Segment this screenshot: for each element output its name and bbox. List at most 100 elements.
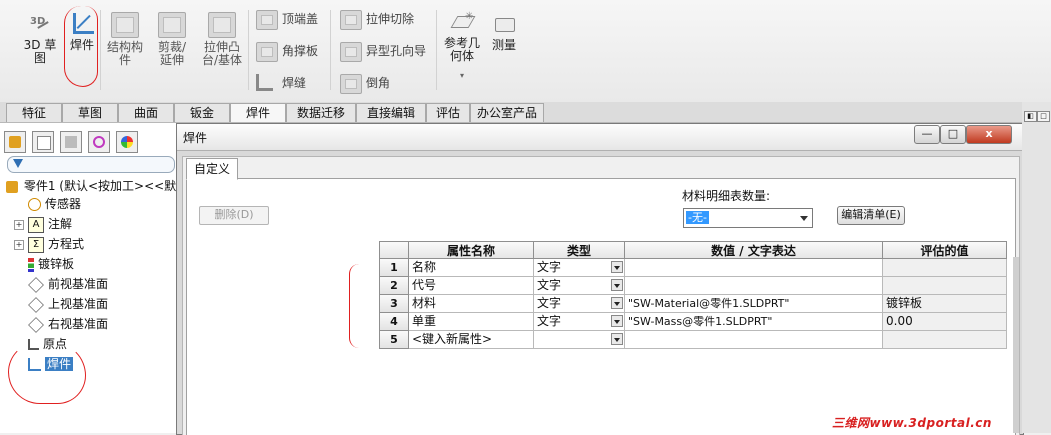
end-cap-button[interactable]: 顶端盖 (256, 8, 318, 30)
expression-cell[interactable]: "SW-Material@零件1.SLDPRT" (625, 295, 883, 313)
tab-evaluate[interactable]: 评估 (426, 103, 470, 122)
tree-filter[interactable] (7, 156, 175, 173)
end-cap-icon (256, 10, 278, 30)
bom-quantity-select[interactable]: -无- (683, 208, 813, 228)
equation-icon: Σ (28, 236, 44, 253)
column-header-property-name[interactable]: 属性名称 (408, 241, 534, 259)
maximize-button[interactable]: □ (940, 125, 966, 144)
tree-item-top-plane[interactable]: 上视基准面 (14, 295, 108, 313)
column-header-evaluated-value[interactable]: 评估的值 (882, 241, 1007, 259)
vertical-scrollbar[interactable] (1013, 257, 1019, 433)
tab-data-migration[interactable]: 数据迁移 (286, 103, 356, 122)
dimxpert-tab[interactable] (88, 131, 110, 153)
extruded-boss-icon (208, 12, 236, 38)
annotation-ellipse (64, 6, 98, 87)
column-header-expression[interactable]: 数值 / 文字表达 (624, 241, 883, 259)
reference-geometry-button[interactable]: ✳ 参考几何体 ▾ (442, 10, 482, 82)
tree-item-equations[interactable]: + Σ 方程式 (14, 235, 84, 253)
extruded-cut-button[interactable]: 拉伸切除 (340, 8, 414, 30)
property-icon (37, 136, 51, 150)
tree-item-annotations[interactable]: + A 注解 (14, 215, 72, 233)
manager-pane-tabs (4, 131, 154, 153)
expression-cell[interactable] (625, 259, 883, 277)
type-cell[interactable]: 文字 (534, 277, 625, 295)
dropdown-arrow-icon[interactable]: ▾ (442, 69, 482, 82)
chevron-down-icon[interactable] (611, 333, 623, 345)
plane-icon (28, 316, 44, 333)
close-button[interactable]: x (966, 125, 1012, 144)
dialog-title: 焊件 (183, 131, 208, 145)
chevron-down-icon[interactable] (611, 315, 623, 327)
type-value: 文字 (537, 260, 562, 274)
chamfer-icon (340, 74, 362, 94)
tree-root-part[interactable]: 零件1 (默认<按加工><<默 (6, 177, 176, 194)
gusset-button[interactable]: 角撑板 (256, 40, 318, 62)
edit-list-button[interactable]: 编辑清单(E) (837, 206, 905, 225)
restore-icon[interactable]: ◧ (1024, 111, 1037, 122)
new-property-cell[interactable]: <键入新属性> (409, 331, 534, 349)
hole-wizard-icon (340, 42, 362, 62)
chevron-down-icon[interactable] (611, 261, 623, 273)
property-name-cell[interactable]: 名称 (409, 259, 534, 277)
ribbon-separator (100, 10, 101, 90)
minimize-button[interactable]: — (914, 125, 940, 144)
weld-bead-button[interactable]: 焊缝 (256, 72, 306, 94)
reference-geometry-icon: ✳ (449, 10, 476, 34)
tree-item-sensors[interactable]: 传感器 (14, 195, 81, 213)
weld-bead-icon (256, 74, 273, 91)
property-name-cell[interactable]: 材料 (409, 295, 534, 313)
tab-direct-editing[interactable]: 直接编辑 (356, 103, 426, 122)
type-cell[interactable]: 文字 (534, 259, 625, 277)
3d-sketch-button[interactable]: 3D 3D 草图 (18, 12, 62, 65)
expand-icon[interactable]: + (14, 219, 24, 230)
type-cell[interactable]: 文字 (534, 295, 625, 313)
tab-surfaces[interactable]: 曲面 (118, 103, 174, 122)
tab-sketch[interactable]: 草图 (62, 103, 118, 122)
column-header-type[interactable]: 类型 (533, 241, 625, 259)
type-cell[interactable] (534, 331, 625, 349)
maximize-icon[interactable]: □ (1037, 111, 1050, 122)
chevron-down-icon[interactable] (611, 279, 623, 291)
tree-item-material[interactable]: 镀锌板 (14, 255, 74, 273)
configuration-manager-tab[interactable] (60, 131, 82, 153)
type-value: 文字 (537, 278, 562, 292)
expression-cell[interactable] (625, 331, 883, 349)
delete-button[interactable]: 删除(D) (199, 206, 269, 225)
measure-button[interactable]: 测量 (488, 12, 520, 52)
tree-item-right-plane[interactable]: 右视基准面 (14, 315, 108, 333)
tab-office-products[interactable]: 办公室产品 (470, 103, 544, 122)
trim-extend-button[interactable]: 剪裁/延伸 (150, 12, 194, 67)
expression-cell[interactable]: "SW-Mass@零件1.SLDPRT" (625, 313, 883, 331)
chamfer-button[interactable]: 倒角 (340, 72, 390, 94)
color-wheel-icon (121, 136, 133, 148)
tab-custom[interactable]: 自定义 (186, 158, 238, 180)
property-name-cell[interactable]: 单重 (409, 313, 534, 331)
bom-quantity-value: -无- (686, 211, 709, 224)
ribbon-separator (436, 10, 437, 90)
3d-sketch-icon: 3D (27, 12, 53, 36)
expression-cell[interactable] (625, 277, 883, 295)
part-icon (6, 180, 18, 193)
tree-item-front-plane[interactable]: 前视基准面 (14, 275, 108, 293)
feature-tree-icon (9, 136, 21, 148)
extruded-boss-button[interactable]: 拉伸凸台/基体 (198, 12, 246, 67)
display-manager-tab[interactable] (116, 131, 138, 153)
plane-icon (28, 276, 44, 293)
tab-features[interactable]: 特征 (6, 103, 62, 122)
evaluated-value-cell (883, 259, 1007, 277)
chevron-down-icon[interactable] (800, 216, 808, 221)
crosshair-icon (93, 136, 105, 148)
type-value: 文字 (537, 296, 562, 310)
feature-manager-tab[interactable] (4, 131, 26, 153)
dialog-title-bar: 焊件 — □ x (177, 124, 1023, 151)
type-cell[interactable]: 文字 (534, 313, 625, 331)
property-manager-tab[interactable] (32, 131, 54, 153)
property-name-cell[interactable]: 代号 (409, 277, 534, 295)
row-number: 1 (379, 259, 409, 277)
chevron-down-icon[interactable] (611, 297, 623, 309)
tab-sheet-metal[interactable]: 钣金 (174, 103, 230, 122)
tab-weldments[interactable]: 焊件 (230, 103, 286, 122)
structural-member-button[interactable]: 结构构件 (104, 12, 146, 67)
expand-icon[interactable]: + (14, 239, 24, 250)
hole-wizard-button[interactable]: 异型孔向导 (340, 40, 426, 62)
